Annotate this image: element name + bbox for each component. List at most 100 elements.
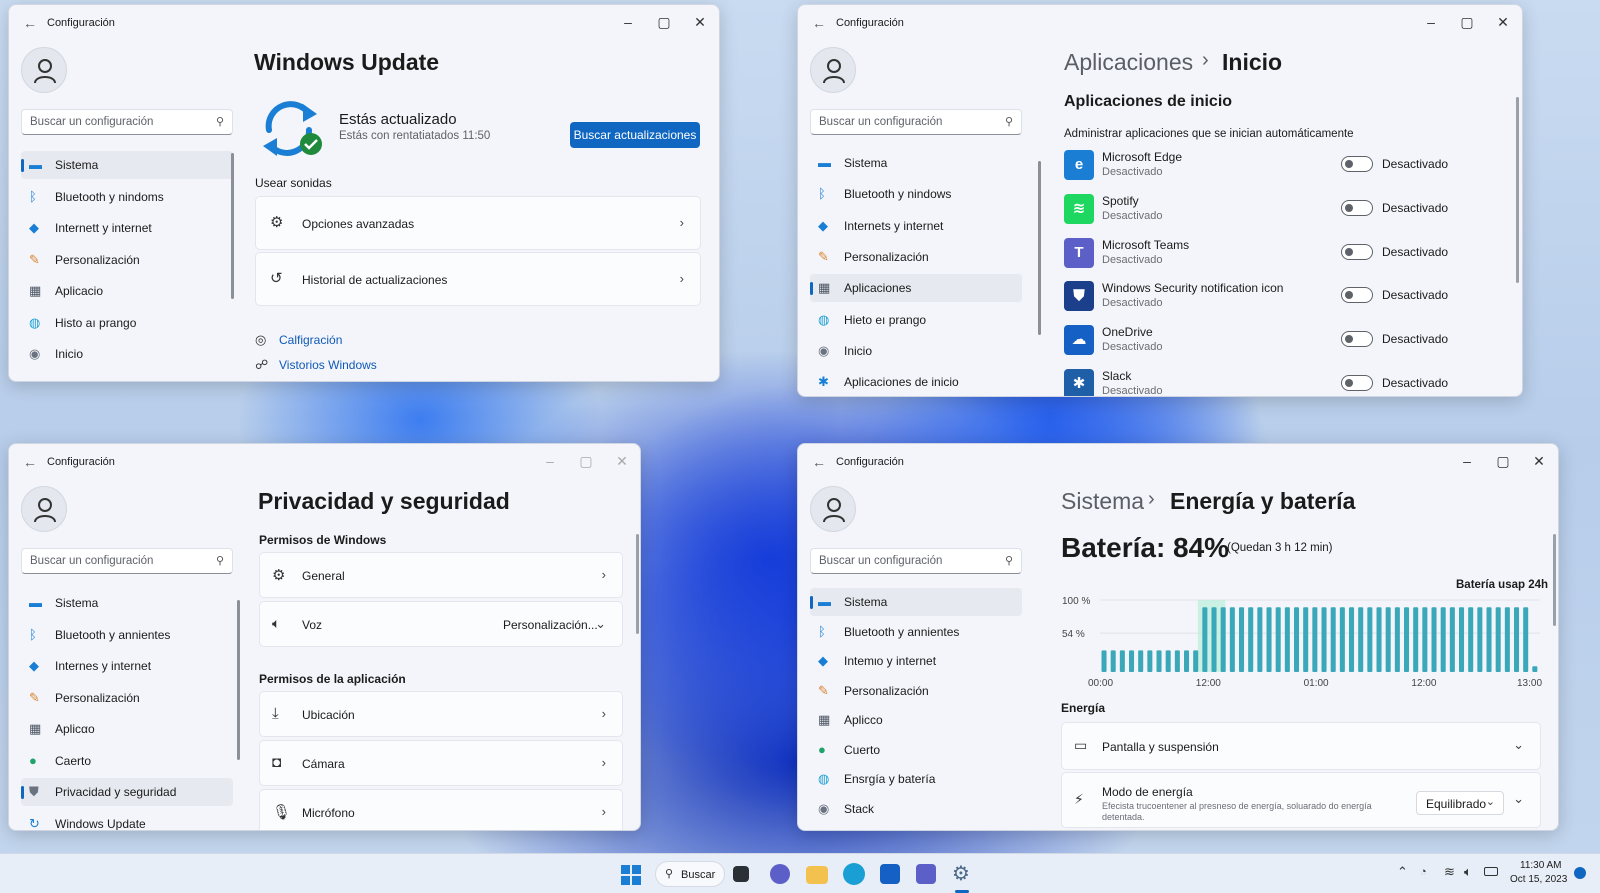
startup-toggle[interactable] (1341, 287, 1373, 304)
close-icon[interactable]: ✕ (1492, 13, 1514, 31)
teams-icon[interactable] (916, 864, 936, 884)
wifi-icon[interactable]: ≋ (1444, 864, 1455, 880)
maximize-icon[interactable]: ▢ (575, 452, 597, 470)
sidebar-item[interactable]: ✎ Personalización (21, 246, 233, 274)
minimize-icon[interactable]: – (539, 452, 561, 470)
close-icon[interactable]: ✕ (1528, 452, 1550, 470)
back-arrow-icon[interactable]: ← (812, 15, 826, 31)
sidebar-item[interactable]: ▬ Sistema (21, 151, 233, 179)
nav-scrollbar[interactable] (237, 600, 240, 760)
general-card[interactable]: ⚙ General › (259, 552, 623, 598)
sidebar-item[interactable]: ◆ Internett y internet (21, 214, 233, 242)
screen-sleep-card[interactable]: ▭ Pantalla y suspensión ⌄ (1061, 722, 1541, 770)
sidebar-item[interactable]: ◆ Intemιo y internet (810, 647, 1022, 675)
sidebar-item[interactable]: ◆ Internes y internet (21, 652, 233, 680)
sidebar-item[interactable]: ▦ Aplicaciones (810, 274, 1022, 303)
sidebar-item[interactable]: ᛒ Bluetooth y nindows (810, 180, 1022, 208)
file-explorer-icon[interactable] (806, 866, 828, 884)
search-input[interactable]: Buscar un configuración ⚲ (21, 109, 233, 135)
update-history-card[interactable]: ↺ Historial de actualizaciones › (255, 252, 701, 306)
check-updates-button[interactable]: Buscar actualizaciones (570, 122, 700, 148)
avatar[interactable] (810, 47, 856, 93)
avatar[interactable] (21, 47, 67, 93)
sidebar-item[interactable]: ⛊ Privacidad y seguridad (21, 778, 233, 806)
sidebar-item[interactable]: ◍ Histo aı prango (21, 309, 233, 337)
sidebar-item[interactable]: ᛒ Bluetooth y annientes (810, 618, 1022, 646)
task-view-icon[interactable] (733, 866, 749, 882)
startup-toggle[interactable] (1341, 331, 1373, 348)
nav-scrollbar[interactable] (1038, 161, 1041, 335)
start-icon[interactable] (621, 865, 641, 885)
startup-toggle[interactable] (1341, 199, 1373, 216)
sidebar-item[interactable]: ▬ Sistema (810, 588, 1022, 616)
clock-date[interactable]: Oct 15, 2023 (1510, 874, 1567, 885)
sidebar-item[interactable]: ▬ Sistema (21, 589, 233, 617)
permission-card[interactable]: ⤓ Ubicación › (259, 691, 623, 737)
minimize-icon[interactable]: – (1420, 13, 1442, 31)
sidebar-item[interactable]: ◍ Hieto eı prango (810, 306, 1022, 334)
volume-icon[interactable]: 🔈︎ (1464, 864, 1472, 880)
avatar[interactable] (810, 486, 856, 532)
taskbar-search[interactable]: ⚲ Buscar (655, 861, 725, 887)
chevron-down-icon[interactable]: ⌄ (595, 616, 606, 632)
voice-card[interactable]: 🔈︎ Voz Personalización... ⌄ (259, 601, 623, 647)
startup-toggle[interactable] (1341, 243, 1373, 260)
permission-card[interactable]: ◘ Cámara › (259, 740, 623, 786)
avatar[interactable] (21, 486, 67, 532)
edge-icon[interactable] (843, 863, 865, 885)
sidebar-item[interactable]: ◆ Internets y internet (810, 212, 1022, 240)
maximize-icon[interactable]: ▢ (653, 13, 675, 31)
sidebar-item[interactable]: ᛒ Bluetooth y annientes (21, 621, 233, 649)
battery-icon[interactable] (1484, 867, 1498, 876)
startup-toggle[interactable] (1341, 156, 1373, 172)
sidebar-item[interactable]: ✎ Personalización (810, 243, 1022, 271)
sidebar-item[interactable]: ↻ Windows Update (21, 810, 233, 830)
sidebar-item[interactable]: ◉ Inicio (810, 337, 1022, 365)
nav-scrollbar[interactable] (231, 153, 234, 299)
minimize-icon[interactable]: – (1456, 452, 1478, 470)
content-scrollbar[interactable] (636, 534, 639, 634)
breadcrumb-parent[interactable]: Aplicaciones (1064, 49, 1193, 76)
back-arrow-icon[interactable]: ← (812, 454, 826, 470)
store-icon[interactable] (880, 864, 900, 884)
content-scrollbar[interactable] (1516, 97, 1519, 283)
sidebar-item[interactable]: ◍ Ensrgía y batería (810, 765, 1022, 793)
breadcrumb-parent[interactable]: Sistema (1061, 488, 1144, 515)
permission-card[interactable]: 🎙︎ Micrófono › (259, 789, 623, 830)
startup-toggle[interactable] (1341, 375, 1373, 391)
search-input[interactable]: Buscar un configuración ⚲ (21, 548, 233, 574)
back-arrow-icon[interactable]: ← (23, 454, 37, 470)
sidebar-item[interactable]: ✱ Aplicaciones de inicio (810, 368, 1022, 396)
minimize-icon[interactable]: – (617, 13, 639, 31)
chat-icon[interactable] (770, 864, 790, 884)
sidebar-item[interactable]: ✎ Personalización (21, 684, 233, 712)
chevron-up-icon[interactable]: ⌃ (1397, 864, 1408, 880)
search-input[interactable]: Buscar un configuración ⚲ (810, 109, 1022, 135)
sidebar-item[interactable]: ◉ Stack (810, 795, 1022, 823)
advanced-options-card[interactable]: ⚙ Opciones avanzadas › (255, 196, 701, 250)
clock-time[interactable]: 11:30 AM (1520, 860, 1562, 871)
sidebar-item[interactable]: ▦ Aplicαo (21, 715, 233, 743)
sidebar-item[interactable]: ✎ Personalización (810, 677, 1022, 705)
network-icon[interactable]: ◔ (1420, 866, 1427, 878)
sidebar-item[interactable]: ● Cuerto (810, 736, 1022, 764)
sidebar-item[interactable]: ᛒ Bluetooth y nindoms (21, 183, 233, 211)
chevron-down-icon[interactable]: ⌄ (1513, 791, 1524, 807)
settings-icon[interactable]: ⚙ (952, 864, 972, 884)
notification-badge[interactable] (1574, 867, 1586, 879)
search-input[interactable]: Buscar un configuración ⚲ (810, 548, 1022, 574)
help-link[interactable]: Calfigración (279, 333, 342, 347)
feedback-link[interactable]: Vistorios Windows (279, 358, 377, 372)
sidebar-item[interactable]: ● Caerto (21, 747, 233, 775)
sidebar-item[interactable]: ▦ Aplicco (810, 706, 1022, 734)
sidebar-item[interactable]: ▬ Sistema (810, 149, 1022, 177)
close-icon[interactable]: ✕ (611, 452, 633, 470)
power-mode-select[interactable]: Equilibrado ⌄ (1416, 791, 1504, 815)
close-icon[interactable]: ✕ (689, 13, 711, 31)
maximize-icon[interactable]: ▢ (1492, 452, 1514, 470)
sidebar-item[interactable]: ▦ Aplicacio (21, 277, 233, 305)
sidebar-item[interactable]: ◉ Inicio (21, 340, 233, 368)
content-scrollbar[interactable] (1553, 534, 1556, 626)
back-arrow-icon[interactable]: ← (23, 15, 37, 31)
maximize-icon[interactable]: ▢ (1456, 13, 1478, 31)
